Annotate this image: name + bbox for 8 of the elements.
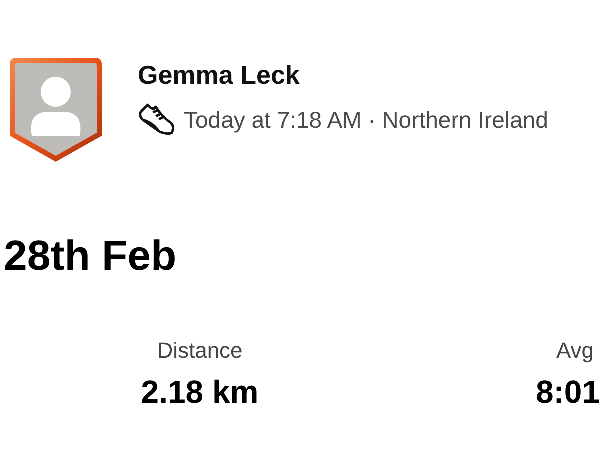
stat-value: 2.18 km (141, 374, 259, 411)
stat-label: Distance (157, 338, 243, 364)
stat-label: Avg (556, 338, 595, 364)
activity-meta: Today at 7:18 AM · Northern Ireland (184, 106, 548, 134)
activity-title: 28th Feb (4, 232, 178, 280)
stat-value: 8:01 (536, 374, 600, 411)
running-shoe-icon (138, 103, 176, 137)
athlete-name[interactable]: Gemma Leck (138, 60, 548, 91)
